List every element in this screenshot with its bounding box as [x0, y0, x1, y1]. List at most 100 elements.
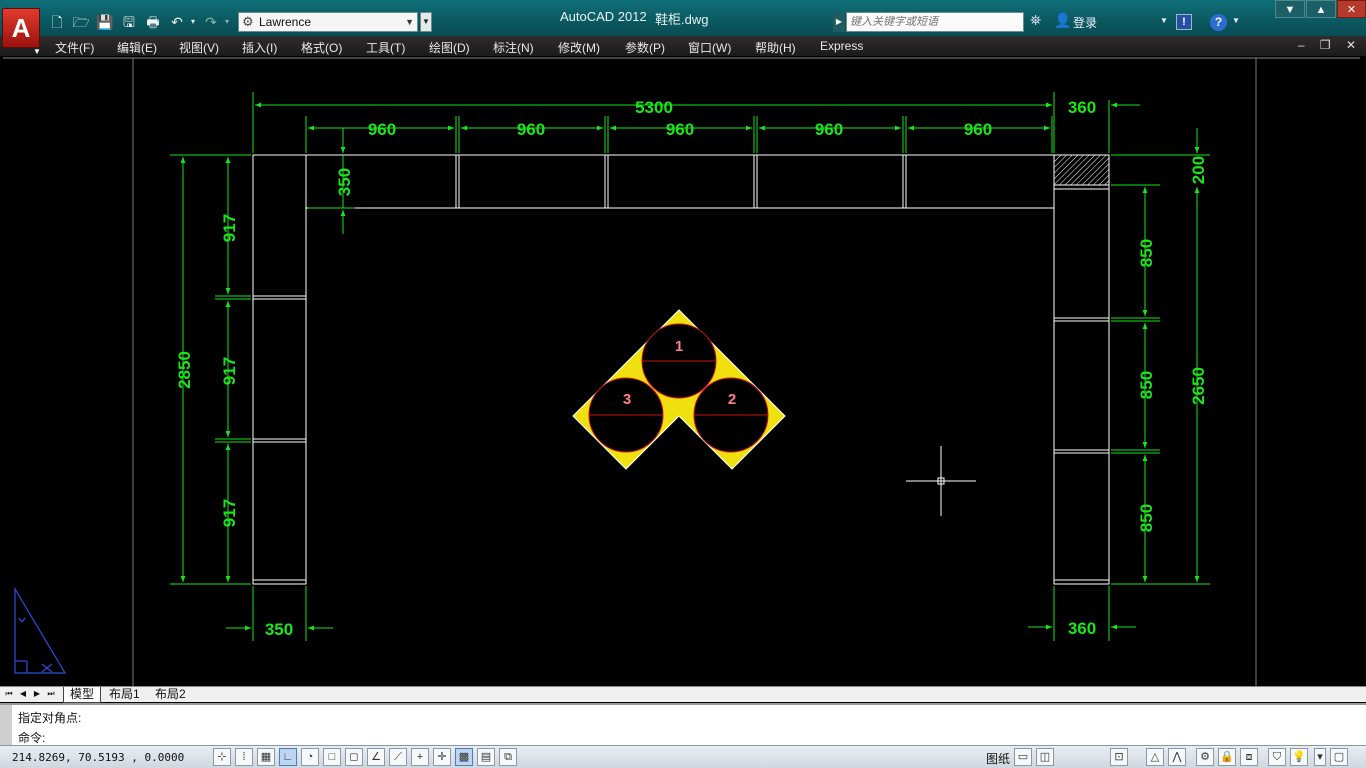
application-menu-button[interactable]: A ▼: [2, 8, 41, 56]
menu-window[interactable]: 窗口(W): [688, 39, 731, 56]
top-cabinet: [305, 154, 1055, 209]
quick-access-customize-button[interactable]: ▼: [420, 12, 432, 32]
first-tab-icon[interactable]: ⏮: [4, 688, 14, 700]
binoculars-search-icon[interactable]: ⛯: [1030, 12, 1041, 29]
redo-dropdown-icon[interactable]: ▾: [222, 12, 232, 32]
search-input[interactable]: [846, 12, 1024, 32]
quick-view-layouts-icon[interactable]: ▭: [1014, 748, 1032, 766]
right-cabinet: [1053, 184, 1110, 585]
save-as-icon[interactable]: 🖫: [120, 12, 138, 32]
circle-label-2: 2: [728, 391, 736, 408]
dim-right-segment: 850: [1137, 504, 1156, 532]
restore-window-button[interactable]: ▲: [1306, 0, 1336, 18]
circle-label-3: 3: [623, 391, 631, 408]
menu-parametric[interactable]: 参数(P): [625, 39, 665, 56]
undo-icon[interactable]: ↶: [168, 12, 186, 32]
grid-display-icon[interactable]: ▦: [257, 748, 275, 766]
circle-label-1: 1: [675, 338, 683, 355]
command-line-grip[interactable]: [0, 705, 12, 747]
dim-right-segment: 850: [1137, 239, 1156, 267]
object-snap-tracking-icon[interactable]: ∠: [367, 748, 385, 766]
workspace-switching-gear-icon[interactable]: ⚙: [1196, 748, 1214, 766]
command-line[interactable]: 指定对角点: 命令:: [0, 703, 1366, 747]
dynamic-ucs-icon[interactable]: ⟋: [389, 748, 407, 766]
chevron-down-icon[interactable]: ▼: [1160, 16, 1168, 25]
object-snap-icon[interactable]: □: [323, 748, 341, 766]
workspace-dropdown[interactable]: ⚙ Lawrence ▼: [238, 12, 418, 32]
lineweight-icon[interactable]: ✛: [433, 748, 451, 766]
tab-layout1[interactable]: 布局1: [103, 687, 146, 703]
drawing-canvas[interactable]: 5300 360 960 960 960 960 960 350 2850 91…: [0, 56, 1366, 686]
status-bar-menu-icon[interactable]: ▾: [1314, 748, 1326, 766]
quick-view-drawings-icon[interactable]: ◫: [1036, 748, 1054, 766]
paper-space-toggle[interactable]: 图纸: [986, 750, 1010, 767]
save-icon[interactable]: 💾: [96, 12, 114, 32]
3d-object-snap-icon[interactable]: ◻: [345, 748, 363, 766]
redo-icon[interactable]: ↷: [202, 12, 220, 32]
close-window-button[interactable]: ✕: [1337, 0, 1366, 18]
workspace-name: Lawrence: [259, 15, 312, 29]
cursor-coordinates[interactable]: 214.8269, 70.5193 , 0.0000: [12, 751, 184, 764]
document-window-controls[interactable]: ‒ ❐ ✕: [1298, 38, 1362, 52]
menu-file[interactable]: 文件(F): [55, 39, 94, 56]
chevron-down-icon: ▼: [405, 17, 414, 27]
drawing-svg[interactable]: 5300 360 960 960 960 960 960 350 2850 91…: [0, 56, 1366, 686]
menu-edit[interactable]: 编辑(E): [117, 39, 157, 56]
ortho-mode-icon[interactable]: ∟: [279, 748, 297, 766]
menu-modify[interactable]: 修改(M): [558, 39, 600, 56]
dim-top-segment: 960: [517, 120, 545, 139]
dim-top-segment: 960: [368, 120, 396, 139]
tab-layout2[interactable]: 布局2: [149, 687, 192, 703]
menu-dimension[interactable]: 标注(N): [493, 39, 534, 56]
new-file-icon[interactable]: 🗋: [48, 12, 66, 32]
snap-mode-icon[interactable]: ⁞: [235, 748, 253, 766]
dynamic-input-icon[interactable]: +: [411, 748, 429, 766]
menu-tools[interactable]: 工具(T): [366, 39, 405, 56]
lock-ui-icon[interactable]: 🔒: [1218, 748, 1236, 766]
auto-scale-icon[interactable]: ⋀: [1168, 748, 1186, 766]
annotation-visibility-icon[interactable]: △: [1146, 748, 1164, 766]
quick-properties-icon[interactable]: ▤: [477, 748, 495, 766]
open-file-icon[interactable]: 🗁: [72, 12, 90, 32]
print-icon[interactable]: 🖶: [144, 12, 162, 32]
minimize-window-button[interactable]: ▼: [1275, 0, 1305, 18]
dim-bottom-right-width: 360: [1068, 619, 1096, 638]
login-button[interactable]: 登录: [1073, 14, 1097, 31]
user-icon[interactable]: 👤: [1054, 12, 1071, 29]
dim-top-segment: 960: [815, 120, 843, 139]
transparency-icon[interactable]: ▩: [455, 748, 473, 766]
next-tab-icon[interactable]: ▶: [32, 688, 42, 700]
command-prompt[interactable]: 命令:: [18, 729, 45, 746]
isolate-objects-icon[interactable]: ⛉: [1268, 748, 1286, 766]
dim-top-segment: 960: [666, 120, 694, 139]
hatched-top-block: [1053, 154, 1110, 186]
menu-help[interactable]: 帮助(H): [755, 39, 796, 56]
tab-model[interactable]: 模型: [63, 687, 102, 703]
menu-format[interactable]: 格式(O): [301, 39, 342, 56]
dim-right-cap-width: 360: [1068, 98, 1096, 117]
annotation-scale-icon[interactable]: ⊡: [1110, 748, 1128, 766]
undo-dropdown-icon[interactable]: ▾: [188, 12, 198, 32]
status-bar: 214.8269, 70.5193 , 0.0000 ⊹ ⁞ ▦ ∟ ◔ □ ◻…: [0, 745, 1366, 768]
chevron-down-icon[interactable]: ▼: [1232, 16, 1240, 25]
search-expand-button[interactable]: ▶: [833, 12, 845, 32]
dim-left-segment: 917: [220, 357, 239, 385]
last-tab-icon[interactable]: ⏭: [46, 688, 56, 700]
lightbulb-icon[interactable]: 💡: [1290, 748, 1308, 766]
exchange-apps-icon[interactable]: !: [1176, 14, 1192, 30]
menu-express[interactable]: Express: [820, 39, 863, 53]
menu-view[interactable]: 视图(V): [179, 39, 219, 56]
application-title: AutoCAD 2012: [560, 9, 647, 24]
menu-draw[interactable]: 绘图(D): [429, 39, 470, 56]
polar-tracking-icon[interactable]: ◔: [301, 748, 319, 766]
help-icon[interactable]: ?: [1210, 14, 1227, 31]
infer-constraints-icon[interactable]: ⊹: [213, 748, 231, 766]
menu-insert[interactable]: 插入(I): [242, 39, 277, 56]
dim-bottom-left-width: 350: [265, 620, 293, 639]
selection-cycling-icon[interactable]: ⧉: [499, 748, 517, 766]
prev-tab-icon[interactable]: ◀: [18, 688, 28, 700]
clean-screen-icon[interactable]: ▢: [1330, 748, 1348, 766]
hardware-acceleration-icon[interactable]: ⧈: [1240, 748, 1258, 766]
chevron-down-icon: ▼: [33, 47, 41, 56]
left-cabinet: [252, 154, 307, 585]
